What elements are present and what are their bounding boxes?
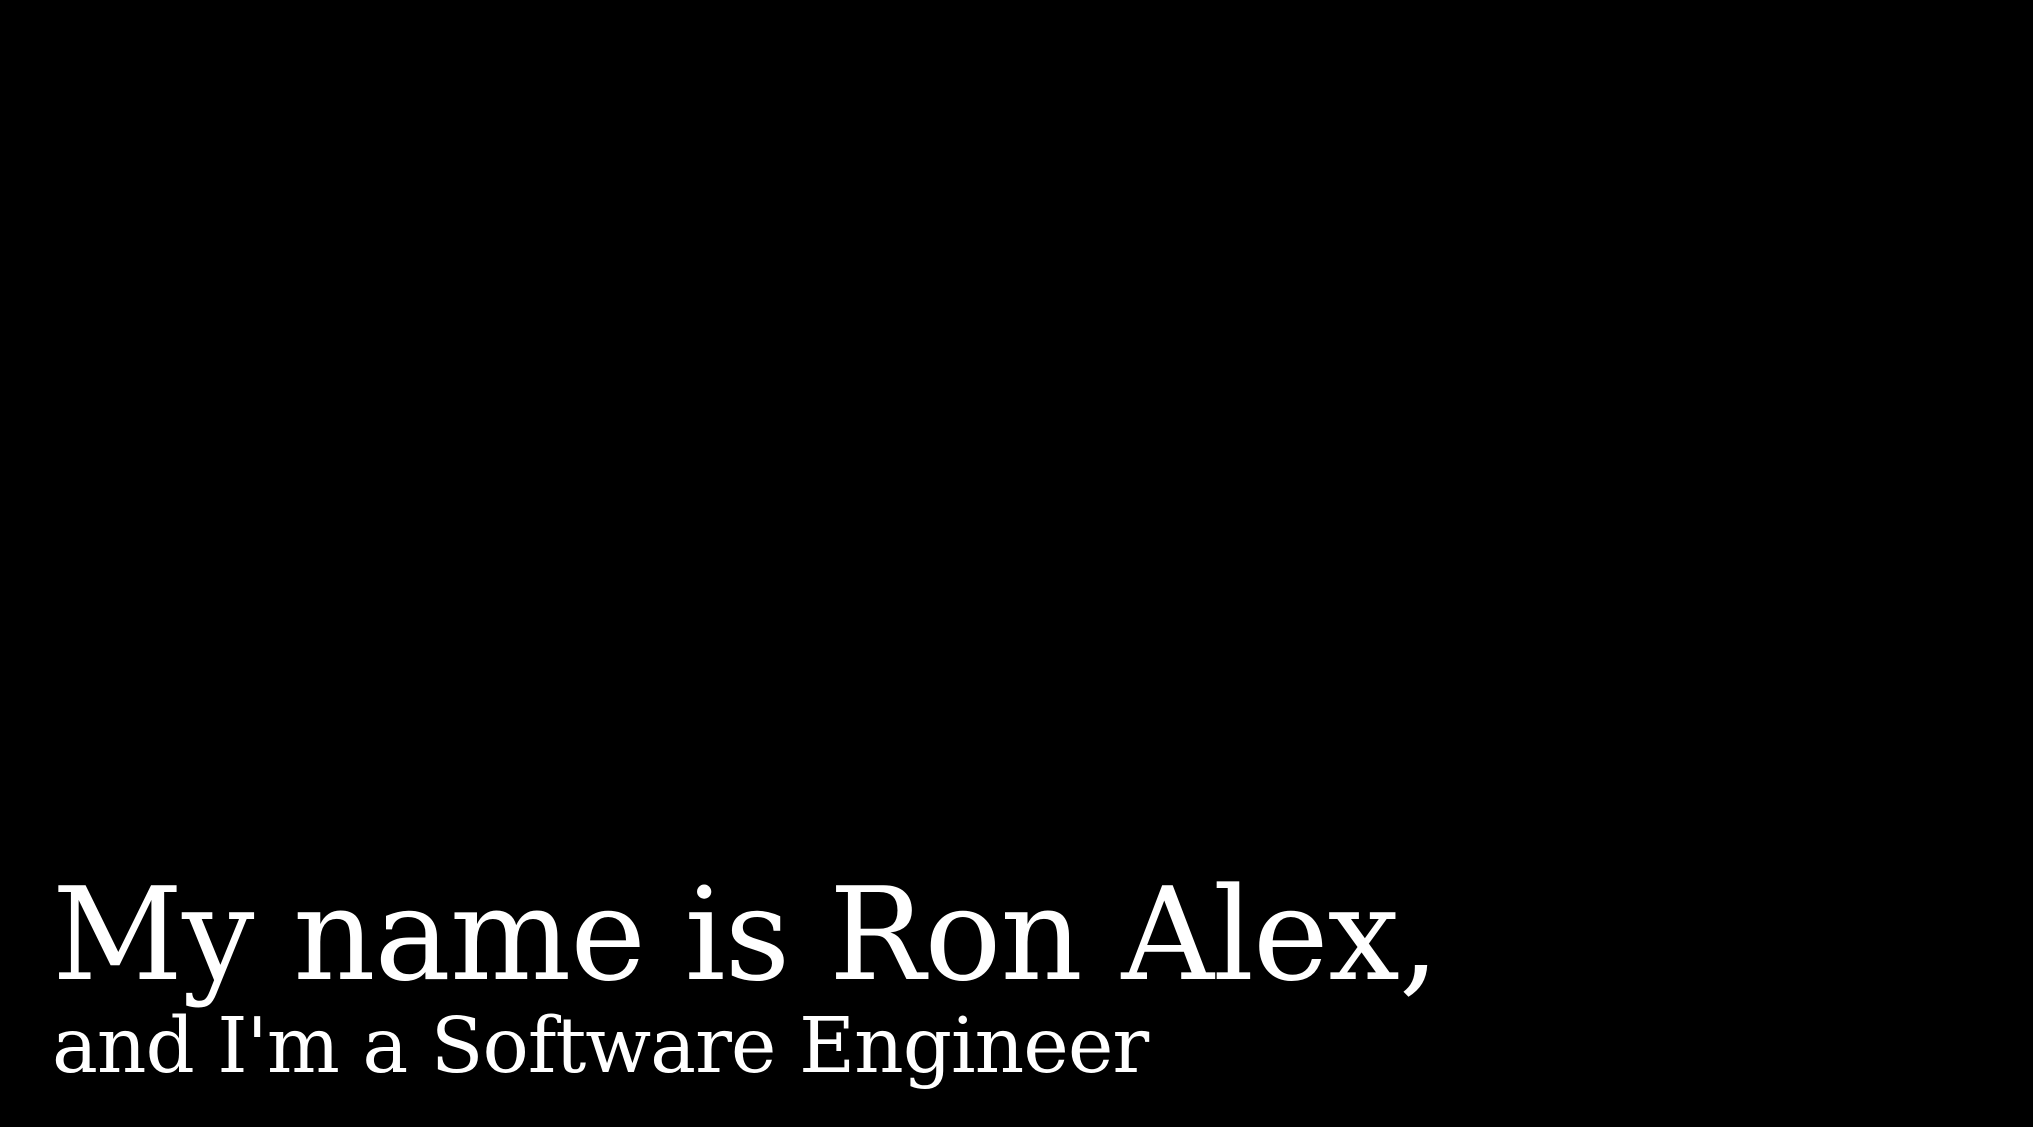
hero-text-block: My name is Ron Alex, and I'm a Software … [52, 870, 1952, 1092]
hero-name-heading: My name is Ron Alex, [52, 861, 1440, 1010]
hero-role-subheading: and I'm a Software Engineer [52, 1002, 1149, 1091]
hero-section: My name is Ron Alex, and I'm a Software … [0, 0, 2033, 1127]
